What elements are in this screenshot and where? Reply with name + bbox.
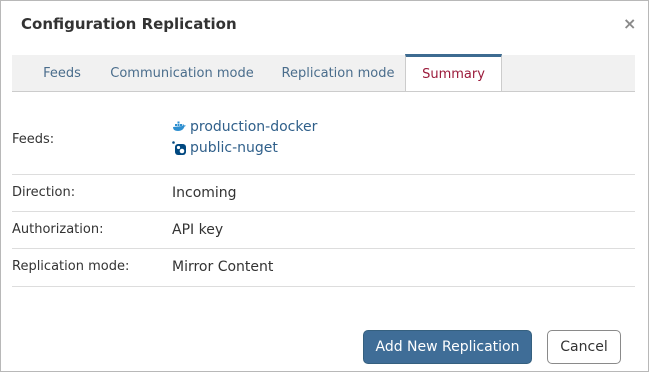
configuration-replication-dialog: Configuration Replication × Feeds Commun… xyxy=(0,0,649,372)
replication-mode-label: Replication mode: xyxy=(12,259,130,274)
close-icon[interactable]: × xyxy=(623,14,636,34)
feeds-label: Feeds: xyxy=(12,132,55,147)
direction-label: Direction: xyxy=(12,185,76,200)
feeds-row: Feeds: production-docker public-nuget xyxy=(12,108,635,175)
tab-replication-mode[interactable]: Replication mode xyxy=(274,55,402,91)
feed-name: public-nuget xyxy=(190,140,278,156)
summary-grid: Feeds: production-docker public-nuget Di… xyxy=(12,108,635,287)
tab-feeds[interactable]: Feeds xyxy=(30,55,94,91)
feed-link-public-nuget[interactable]: public-nuget xyxy=(172,140,317,156)
tab-summary[interactable]: Summary xyxy=(405,54,502,91)
authorization-row: Authorization: API key xyxy=(12,212,635,249)
replication-mode-row: Replication mode: Mirror Content xyxy=(12,249,635,287)
feed-link-production-docker[interactable]: production-docker xyxy=(172,119,317,135)
direction-value: Incoming xyxy=(172,185,237,201)
tab-bar: Feeds Communication mode Replication mod… xyxy=(12,54,635,92)
add-new-replication-button[interactable]: Add New Replication xyxy=(363,330,532,364)
authorization-value: API key xyxy=(172,222,224,238)
docker-icon xyxy=(173,121,186,131)
direction-row: Direction: Incoming xyxy=(12,175,635,212)
authorization-label: Authorization: xyxy=(12,222,104,237)
feed-name: production-docker xyxy=(190,119,318,135)
tab-communication-mode[interactable]: Communication mode xyxy=(102,55,262,91)
dialog-title: Configuration Replication xyxy=(21,15,237,33)
feeds-list: production-docker public-nuget xyxy=(172,119,317,156)
cancel-button[interactable]: Cancel xyxy=(547,330,621,364)
replication-mode-value: Mirror Content xyxy=(172,259,274,275)
nuget-icon xyxy=(172,141,186,155)
